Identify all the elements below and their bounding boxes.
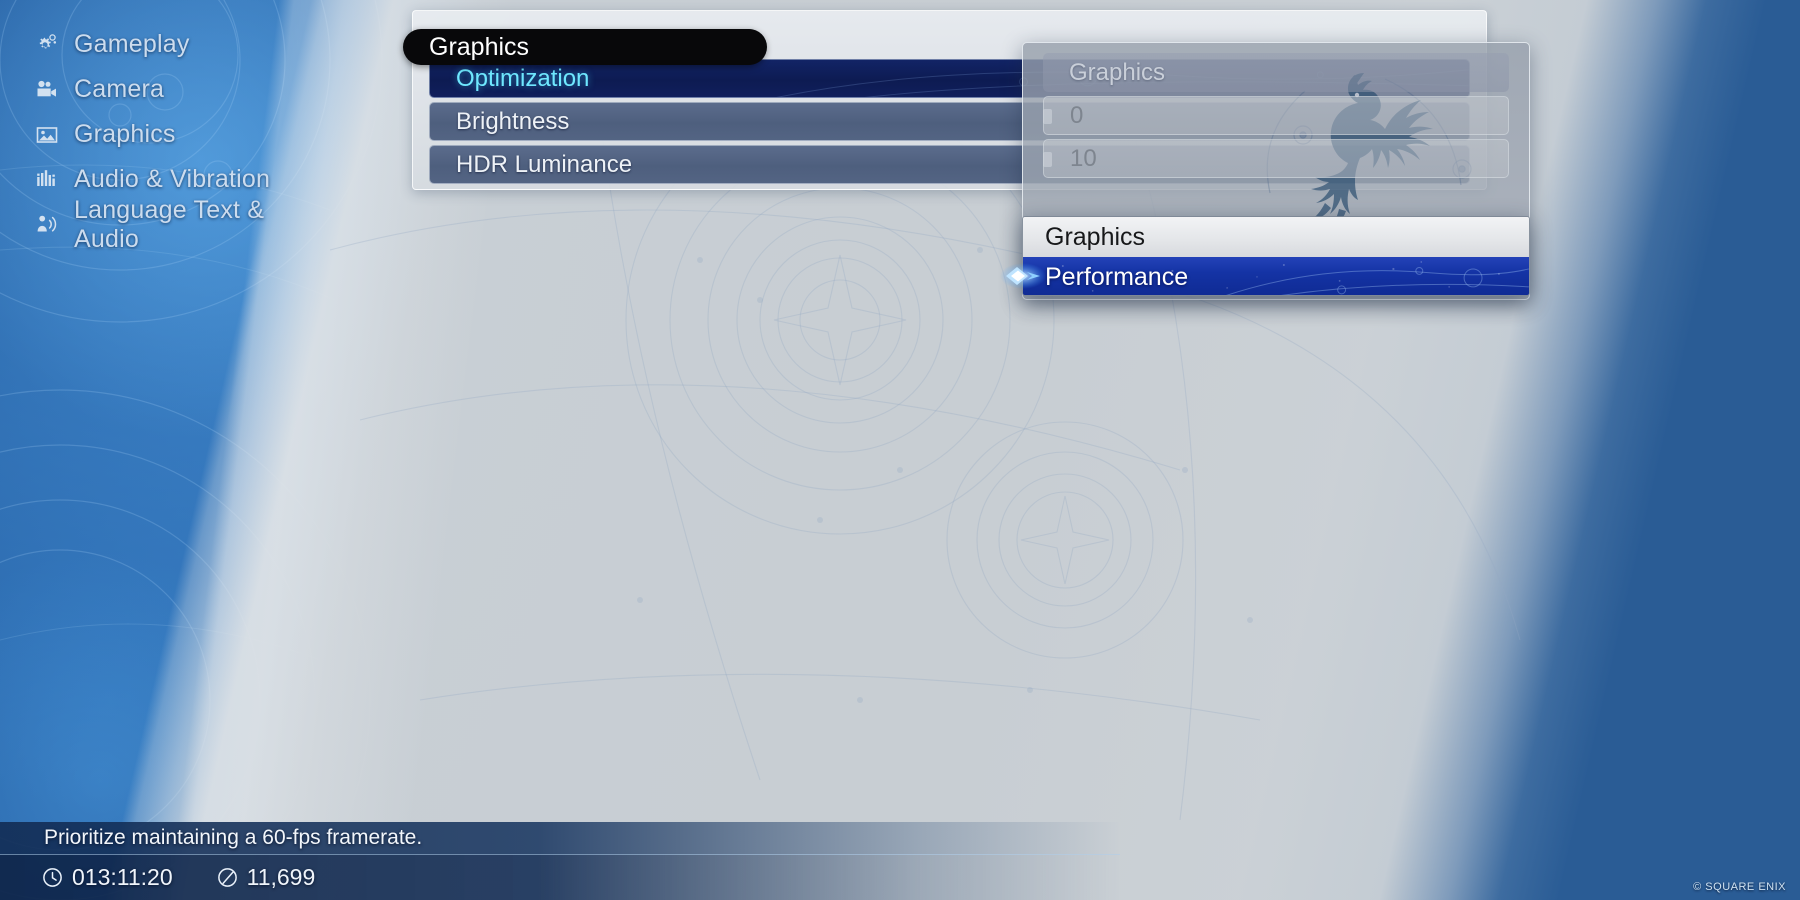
value-text: Graphics	[1069, 58, 1166, 86]
sidebar-item-label: Graphics	[74, 120, 176, 148]
tab-label: Graphics	[429, 32, 530, 61]
playtime-value: 013:11:20	[72, 864, 173, 890]
dropdown-option-label: Graphics	[1045, 222, 1146, 251]
copyright-notice: © SQUARE ENIX	[1693, 881, 1786, 893]
tab-graphics[interactable]: Graphics	[403, 29, 767, 65]
status-bar: Prioritize maintaining a 60-fps framerat…	[0, 822, 1800, 900]
setting-description: Prioritize maintaining a 60-fps framerat…	[0, 822, 1120, 854]
value-hdr-luminance[interactable]: 10	[1043, 139, 1509, 178]
dropdown-option-graphics[interactable]: Graphics	[1023, 217, 1529, 257]
value-notch	[1043, 152, 1052, 167]
sidebar-item-camera[interactable]: Camera	[0, 67, 330, 112]
player-stats: 013:11:20 11,699	[0, 854, 1120, 900]
sidebar-item-graphics[interactable]: Graphics	[0, 112, 330, 157]
sidebar-item-language-text-audio[interactable]: Language Text & Audio	[0, 196, 330, 253]
sidebar-item-label: Language Text & Audio	[74, 195, 265, 253]
sidebar-item-label: Camera	[74, 75, 165, 103]
speaker-person-icon	[34, 212, 60, 238]
audio-levels-icon	[34, 167, 60, 193]
value-optimization[interactable]: Graphics	[1043, 53, 1509, 92]
description-text: Prioritize maintaining a 60-fps framerat…	[44, 826, 423, 849]
setting-label: HDR Luminance	[456, 150, 633, 178]
sidebar-item-label: Gameplay	[74, 30, 190, 58]
setting-label: Brightness	[456, 107, 570, 135]
sidebar-item-label: Audio & Vibration	[74, 165, 271, 193]
gil-stat: 11,699	[217, 864, 316, 891]
value-row-list: Graphics 0 10	[1043, 53, 1509, 182]
gil-value: 11,699	[246, 864, 316, 890]
dropdown-option-label: Performance	[1045, 262, 1189, 291]
setting-label: Optimization	[456, 64, 590, 92]
gears-icon	[34, 32, 60, 58]
value-text: 10	[1070, 144, 1097, 172]
settings-sidebar[interactable]: Gameplay Camera Graphics Audio & Vibrati…	[0, 0, 330, 900]
movie-camera-icon	[34, 77, 60, 103]
value-notch	[1043, 109, 1052, 124]
clock-icon	[43, 868, 62, 887]
dropdown-option-performance[interactable]: Performance	[1023, 257, 1529, 295]
game-settings-screen: Gameplay Camera Graphics Audio & Vibrati…	[0, 0, 1800, 900]
sidebar-item-gameplay[interactable]: Gameplay	[0, 22, 330, 67]
picture-icon	[34, 122, 60, 148]
gil-coin-icon	[217, 868, 237, 887]
optimization-dropdown[interactable]: Graphics Performance	[1022, 216, 1530, 296]
playtime-stat: 013:11:20	[42, 864, 173, 891]
value-brightness[interactable]: 0	[1043, 96, 1509, 135]
value-text: 0	[1070, 101, 1084, 129]
